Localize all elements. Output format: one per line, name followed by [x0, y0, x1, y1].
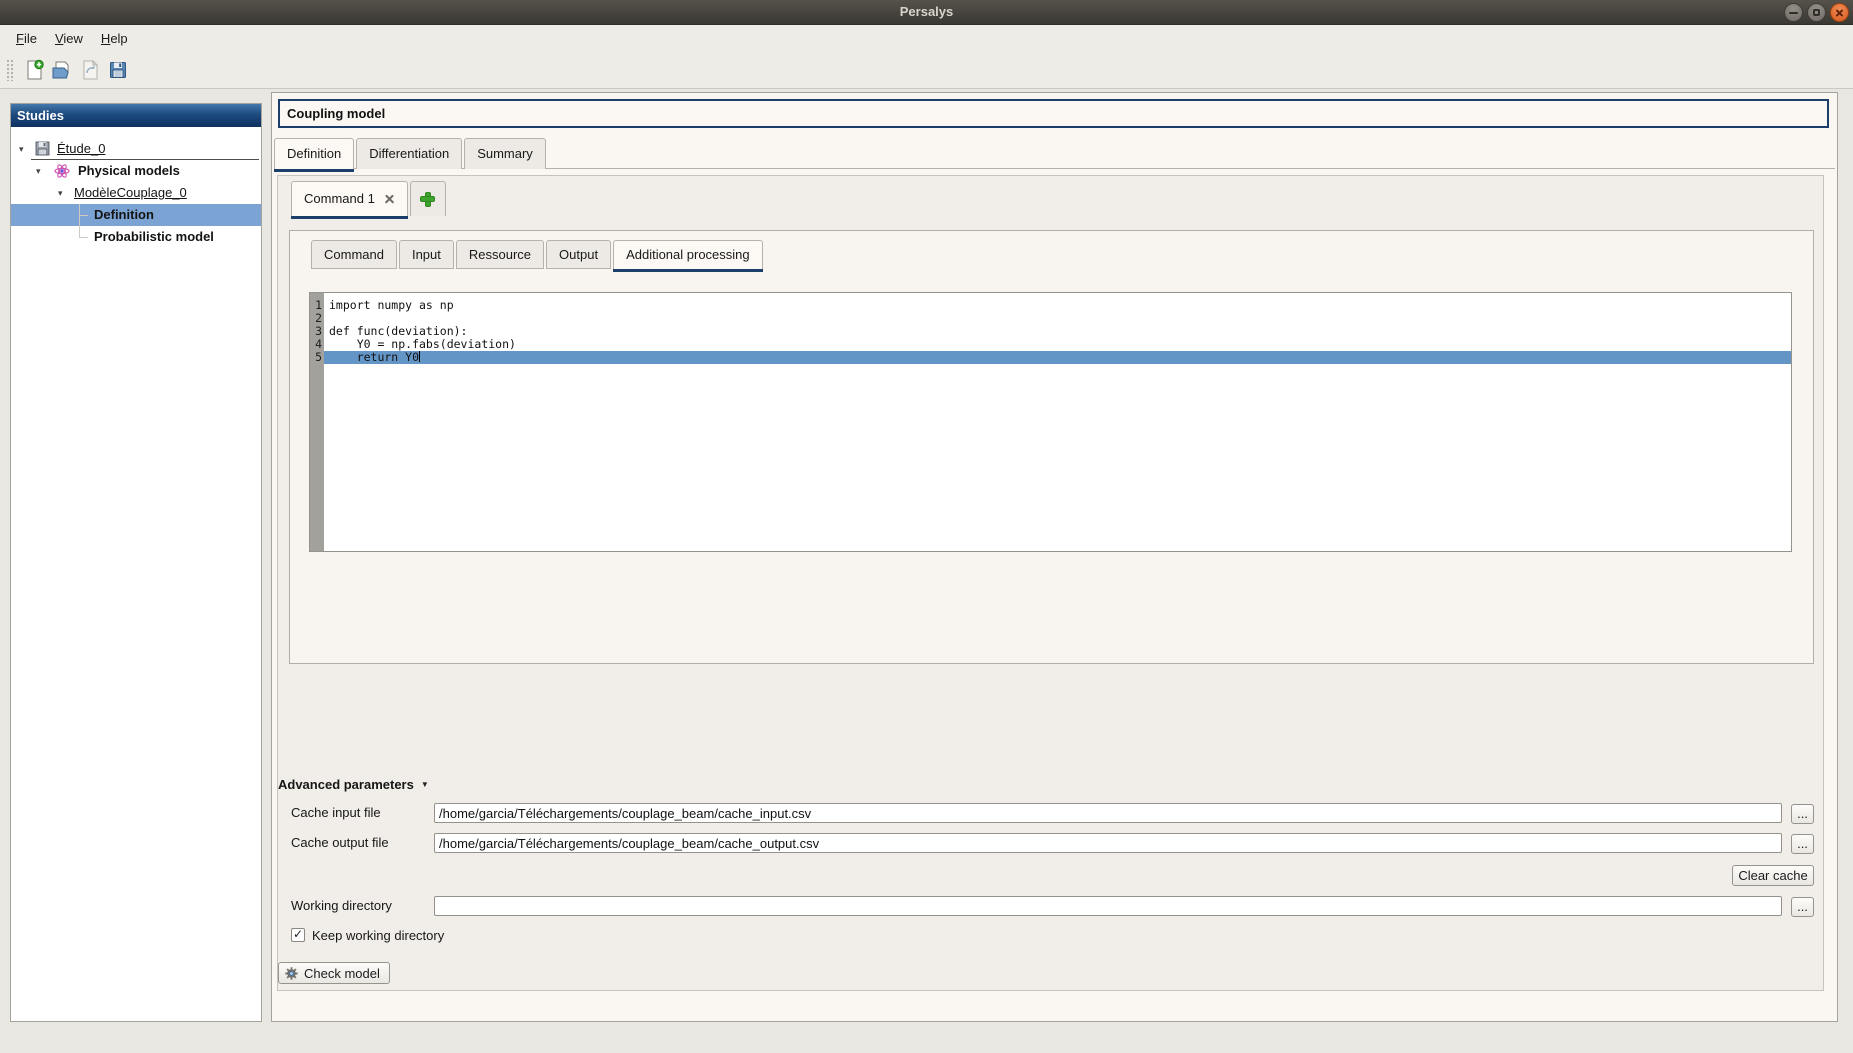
code-line-2[interactable]	[324, 312, 1791, 325]
toolbar-buttons	[20, 56, 132, 84]
command-step-tab-bar: Command Input Ressource Output Additional pr…	[311, 240, 765, 269]
tree-item-physical-models[interactable]: ▾ Physical models	[11, 160, 261, 182]
atom-icon	[54, 163, 70, 179]
tab-label: Definition	[287, 146, 341, 161]
studies-panel-header: Studies	[11, 104, 261, 127]
model-panel: Coupling model Definition Differentiation…	[271, 92, 1838, 1022]
line-number: 5	[310, 351, 324, 364]
code-line-3[interactable]: def func(deviation):	[324, 325, 1791, 338]
code-area[interactable]: import numpy as np def func(deviation): Y…	[324, 293, 1791, 551]
working-directory-browse-button[interactable]: ...	[1791, 897, 1814, 917]
import-script-icon	[79, 59, 101, 81]
tab-label: Output	[559, 247, 598, 262]
tab-label: Input	[412, 247, 441, 262]
cache-output-file-browse-button[interactable]: ...	[1791, 834, 1814, 854]
code-line-4[interactable]: Y0 = np.fabs(deviation)	[324, 338, 1791, 351]
maximize-button[interactable]	[1807, 3, 1826, 22]
tab-label: Additional processing	[626, 247, 750, 262]
tab-label: Summary	[477, 146, 533, 161]
line-number-gutter: 12345	[310, 293, 324, 551]
working-directory-label: Working directory	[291, 896, 392, 916]
tree-item-modelecouplage-0[interactable]: ▾ ModèleCouplage_0	[11, 182, 261, 204]
code-line-1[interactable]: import numpy as np	[324, 299, 1791, 312]
keep-working-directory-label: Keep working directory	[312, 926, 444, 946]
advanced-parameters-toggle[interactable]: Advanced parameters ▼	[278, 777, 429, 792]
study-tree: ▾ Étude_0 ▾ Physical models ▾ ModèleCouplage_…	[11, 138, 261, 248]
working-directory-input[interactable]	[434, 896, 1782, 916]
toolbar-drag-handle[interactable]	[6, 59, 14, 81]
tree-item-label: Probabilistic model	[94, 226, 214, 248]
menubar: FileViewHelp	[0, 25, 1853, 52]
inner-tab-output[interactable]: Output	[546, 240, 611, 269]
command-tab-command-1[interactable]: Command 1	[291, 181, 408, 216]
plus-icon	[421, 193, 434, 206]
tree-item-label: Physical models	[78, 160, 180, 182]
tab-label: Command 1	[304, 182, 375, 216]
window-title: Persalys	[0, 0, 1853, 24]
studies-panel: Studies ▾ Étude_0 ▾ Physical models ▾ ModèleC…	[10, 103, 262, 1022]
tab-label: Command	[324, 247, 384, 262]
tab-label: Differentiation	[369, 146, 449, 161]
model-tab-bar: Definition Differentiation Summary	[274, 138, 1835, 169]
add-command-tab-button[interactable]	[410, 181, 446, 216]
persalys-window: Persalys FileViewHelp Studies ▾ Étude_0 ▾ P…	[0, 0, 1853, 1053]
keep-working-directory-checkbox[interactable]: ✓	[291, 928, 305, 942]
tab-differentiation[interactable]: Differentiation	[356, 138, 462, 169]
tree-item-label: Étude_0	[57, 138, 105, 160]
code-editor[interactable]: 12345 import numpy as np def func(deviati…	[309, 292, 1792, 552]
window-controls	[1784, 3, 1849, 22]
save-icon	[107, 59, 129, 81]
floppy-disk-icon	[35, 141, 51, 157]
close-button[interactable]	[1830, 3, 1849, 22]
cache-input-file-label: Cache input file	[291, 803, 381, 823]
gear-icon	[284, 966, 299, 981]
checkmark-icon: ✓	[292, 929, 304, 940]
collapse-arrow-icon: ▼	[421, 780, 429, 789]
check-model-label: Check model	[304, 966, 380, 981]
code-line-5[interactable]: return Y0	[324, 351, 1791, 364]
new-study-button[interactable]	[20, 56, 48, 84]
toolbar	[0, 52, 1853, 89]
titlebar[interactable]: Persalys	[0, 0, 1853, 25]
inner-tab-ressource[interactable]: Ressource	[456, 240, 544, 269]
tree-item-etude-0[interactable]: ▾ Étude_0	[11, 138, 261, 160]
tab-label: Ressource	[469, 247, 531, 262]
menu-item-view[interactable]: View	[47, 28, 91, 49]
save-study-button[interactable]	[104, 56, 132, 84]
expander-icon[interactable]: ▾	[19, 138, 24, 160]
inner-tab-additional-processing[interactable]: Additional processing	[613, 240, 763, 269]
close-tab-icon[interactable]	[384, 194, 395, 205]
expander-icon[interactable]: ▾	[58, 182, 63, 204]
tree-item-label: ModèleCouplage_0	[74, 182, 187, 204]
tree-item-definition[interactable]: Definition	[11, 204, 261, 226]
page-title: Coupling model	[278, 99, 1829, 128]
menu-item-file[interactable]: File	[8, 28, 45, 49]
tree-item-label: Definition	[94, 204, 154, 226]
tab-definition[interactable]: Definition	[274, 138, 354, 169]
expander-icon[interactable]: ▾	[36, 160, 41, 182]
clear-cache-button[interactable]: Clear cache	[1732, 865, 1814, 886]
cache-output-file-label: Cache output file	[291, 833, 389, 853]
import-script-button[interactable]	[76, 56, 104, 84]
open-study-button[interactable]	[48, 56, 76, 84]
tree-item-probabilistic-model[interactable]: Probabilistic model	[11, 226, 261, 248]
minimize-button[interactable]	[1784, 3, 1803, 22]
cache-input-file-browse-button[interactable]: ...	[1791, 804, 1814, 824]
cache-input-file-input[interactable]	[434, 803, 1782, 823]
open-folder-icon	[51, 59, 73, 81]
text-caret	[419, 351, 420, 362]
tab-summary[interactable]: Summary	[464, 138, 546, 169]
cache-output-file-input[interactable]	[434, 833, 1782, 853]
inner-tab-command[interactable]: Command	[311, 240, 397, 269]
new-document-icon	[23, 59, 45, 81]
check-model-button[interactable]: Check model	[278, 962, 390, 984]
advanced-parameters-label: Advanced parameters	[278, 777, 414, 792]
menu-item-help[interactable]: Help	[93, 28, 136, 49]
command-content-box: Command Input Ressource Output Additional pr…	[289, 230, 1814, 664]
command-tab-bar: Command 1	[291, 181, 448, 216]
inner-tab-input[interactable]: Input	[399, 240, 454, 269]
